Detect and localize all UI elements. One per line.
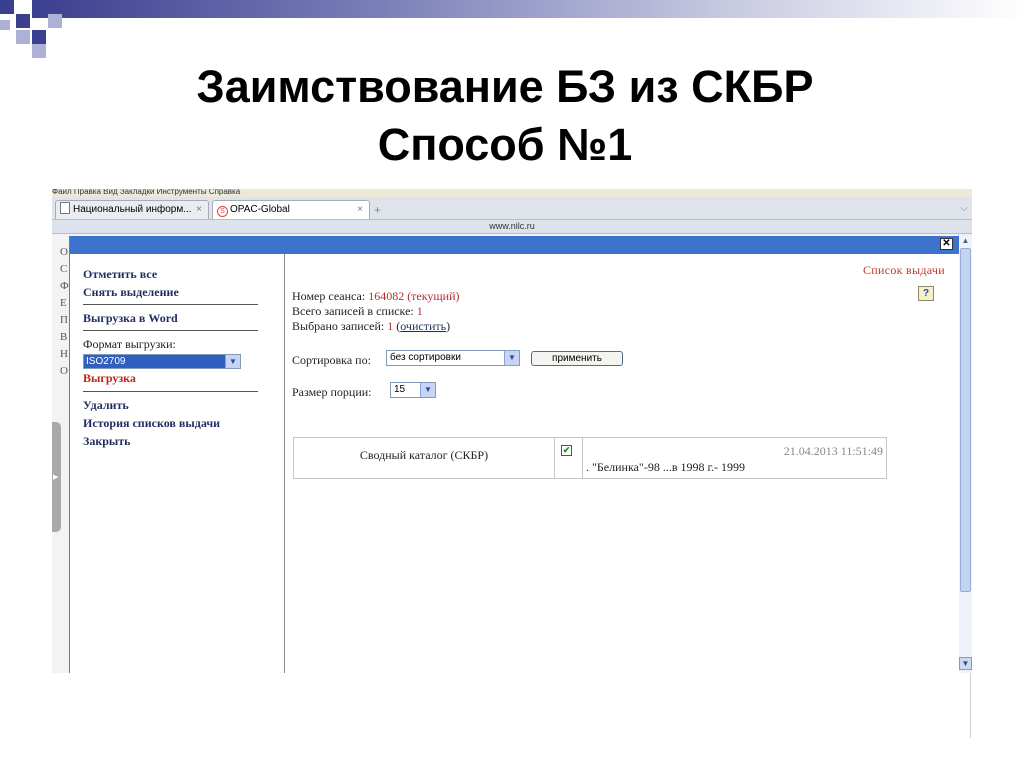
- close-icon[interactable]: ✕: [940, 238, 953, 250]
- sort-select-value: без сортировки: [390, 352, 461, 363]
- delete-link[interactable]: Удалить: [83, 398, 129, 413]
- format-select-value: ISO2709: [86, 356, 126, 367]
- opac-icon: S: [217, 206, 228, 217]
- tab-close-icon[interactable]: ×: [196, 201, 202, 219]
- deco-square: [32, 30, 46, 44]
- dialog-header: ✕: [70, 236, 959, 254]
- total-line: Всего записей в списке: 1: [292, 304, 423, 319]
- portion-select-value: 15: [394, 384, 406, 395]
- table-cell-catalog: Сводный каталог (СКБР): [294, 438, 555, 478]
- chevron-down-icon[interactable]: ▼: [504, 351, 519, 365]
- selected-value: 1: [387, 319, 394, 333]
- format-label: Формат выгрузки:: [83, 337, 176, 351]
- slide-title: Заимствование БЗ из СКБР Способ №1: [0, 58, 1010, 174]
- tab-national[interactable]: Национальный информ... ×: [55, 200, 209, 219]
- bg-letter: Е: [60, 297, 67, 309]
- dialog-right-panel: Список выдачи ? Номер сеанса: 164082 (те…: [285, 254, 959, 673]
- portion-select[interactable]: 15 ▼: [390, 382, 436, 398]
- record-checkbox[interactable]: ✔: [561, 445, 572, 456]
- deco-square: [0, 0, 14, 14]
- deco-square: [32, 44, 46, 58]
- sort-label: Сортировка по:: [292, 353, 371, 367]
- arrow-right-icon: ▶: [53, 474, 59, 481]
- tab-label: Национальный информ...: [73, 204, 192, 215]
- sort-select[interactable]: без сортировки ▼: [386, 350, 520, 366]
- selected-label: Выбрано записей:: [292, 319, 385, 333]
- divider: [83, 391, 258, 392]
- export-list-dialog: ✕ Отметить все Снять выделение Выгрузка …: [69, 236, 959, 673]
- deselect-link[interactable]: Снять выделение: [83, 285, 179, 300]
- table-cell-check: ✔: [554, 438, 583, 478]
- bg-letter: В: [60, 331, 68, 343]
- format-select[interactable]: ISO2709 ▼: [83, 354, 241, 369]
- divider: [83, 330, 258, 331]
- record-date: 21.04.2013 11:51:49: [783, 444, 883, 458]
- chevron-down-icon[interactable]: ⌵: [960, 203, 968, 214]
- selected-line: Выбрано записей: 1 (очистить): [292, 319, 450, 334]
- deco-square: [16, 30, 30, 44]
- history-link[interactable]: История списков выдачи: [83, 416, 220, 431]
- deco-square: [0, 20, 10, 30]
- chevron-down-icon[interactable]: ▼: [225, 355, 240, 368]
- page-icon: [60, 202, 70, 214]
- help-icon[interactable]: ?: [918, 286, 934, 301]
- slide-title-line1: Заимствование БЗ из СКБР: [196, 61, 814, 112]
- deco-square: [16, 14, 30, 28]
- url-bar[interactable]: www.nilc.ru: [52, 220, 972, 234]
- menu-bar[interactable]: Файл Правка Вид Закладки Инструменты Спр…: [52, 189, 972, 197]
- slide-header-bar: [32, 0, 1024, 18]
- bg-letter: С: [60, 263, 68, 275]
- select-all-link[interactable]: Отметить все: [83, 267, 157, 282]
- records-table: Сводный каталог (СКБР) ✔ 21.04.2013 11:5…: [293, 437, 887, 479]
- deco-square: [48, 14, 62, 28]
- bg-letter: Н: [60, 348, 68, 360]
- record-description[interactable]: . "Белинка"-98 ...в 1998 г.- 1999: [586, 460, 745, 475]
- dialog-left-panel: Отметить все Снять выделение Выгрузка в …: [70, 254, 285, 673]
- apply-button[interactable]: применить: [531, 351, 623, 366]
- new-tab-icon[interactable]: +: [374, 203, 381, 217]
- paren-close: ): [446, 319, 451, 333]
- chevron-down-icon[interactable]: ▼: [420, 383, 435, 397]
- table-cell-record: 21.04.2013 11:51:49 . "Белинка"-98 ...в …: [583, 438, 886, 478]
- page-title: Список выдачи: [862, 263, 945, 277]
- bg-letter: О: [60, 246, 68, 258]
- divider: [83, 304, 258, 305]
- session-value: 164082 (текущий): [368, 289, 460, 303]
- tab-label: OPAC-Global: [230, 204, 290, 215]
- vertical-scrollbar[interactable]: ▲ ▼: [958, 234, 972, 673]
- session-line: Номер сеанса: 164082 (текущий): [292, 289, 460, 304]
- clear-link[interactable]: очистить: [400, 319, 446, 333]
- tab-opac-global[interactable]: S OPAC-Global ×: [212, 200, 370, 219]
- total-label: Всего записей в списке:: [292, 304, 414, 318]
- export-button[interactable]: Выгрузка: [83, 371, 136, 386]
- portion-label: Размер порции:: [292, 385, 372, 399]
- close-link[interactable]: Закрыть: [83, 434, 131, 449]
- bg-letter: О: [60, 365, 68, 377]
- browser-window: Файл Правка Вид Закладки Инструменты Спр…: [52, 189, 972, 673]
- bg-letter: П: [60, 314, 68, 326]
- export-word-link[interactable]: Выгрузка в Word: [83, 311, 178, 326]
- scroll-up-icon[interactable]: ▲: [959, 234, 972, 247]
- total-value: 1: [416, 304, 423, 318]
- scroll-thumb[interactable]: [960, 248, 971, 592]
- tab-bar: Национальный информ... × S OPAC-Global × …: [52, 197, 972, 220]
- scroll-down-icon[interactable]: ▼: [959, 657, 972, 670]
- background-menu: О С Ф Е П В Н О: [60, 244, 69, 380]
- session-label: Номер сеанса:: [292, 289, 366, 303]
- tab-close-icon[interactable]: ×: [357, 201, 363, 219]
- slide-title-line2: Способ №1: [377, 119, 633, 170]
- bg-letter: Ф: [60, 280, 69, 292]
